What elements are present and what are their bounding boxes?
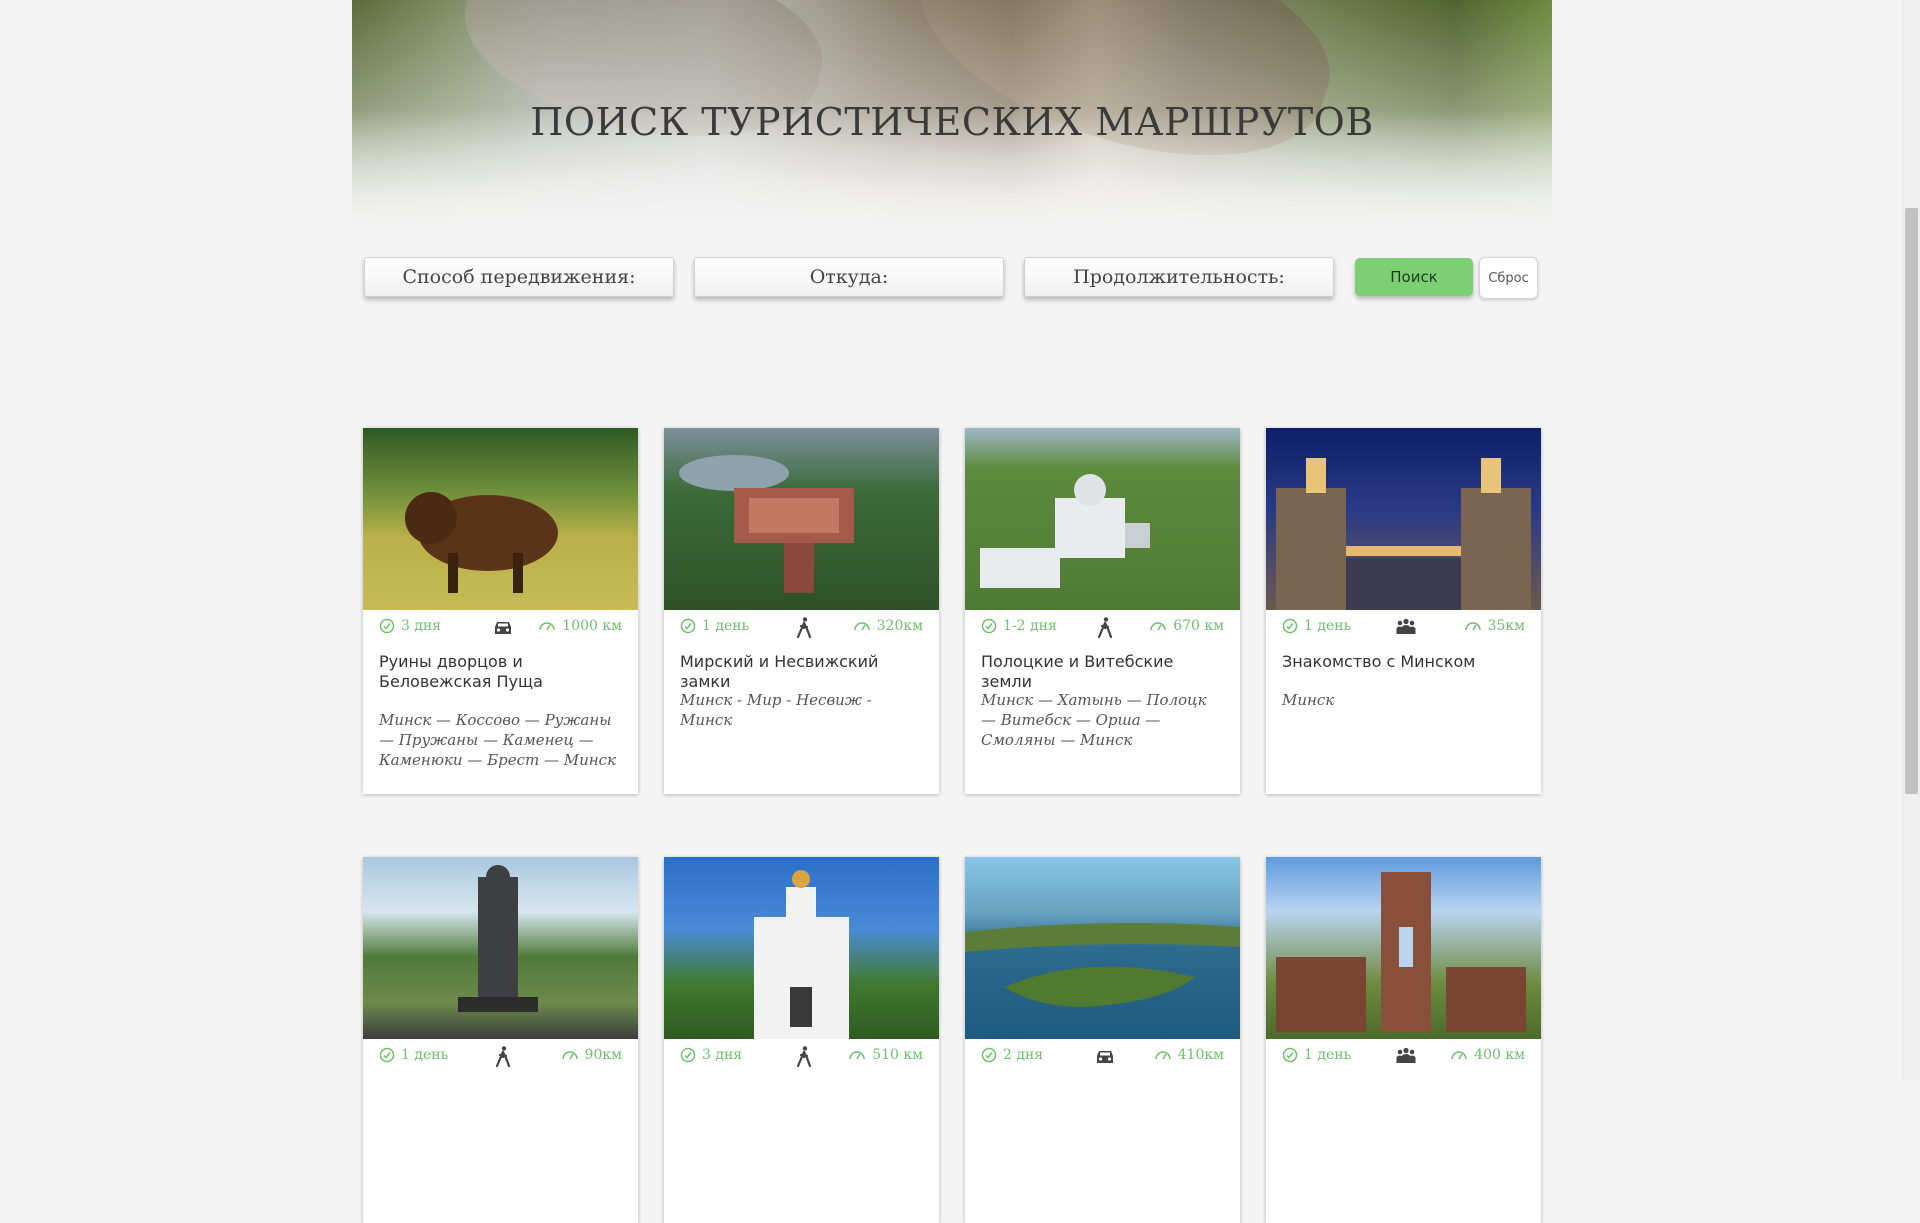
route-stops: Минск xyxy=(1282,691,1335,709)
route-stops: Минск — Коссово — Ружаны — Пружаны — Кам… xyxy=(379,711,617,769)
route-duration: 1 день xyxy=(702,618,750,634)
speedometer-icon xyxy=(1464,618,1482,634)
route-photo xyxy=(363,857,638,1039)
clock-icon xyxy=(981,1047,997,1063)
page-title: ПОИСК ТУРИСТИЧЕСКИХ МАРШРУТОВ xyxy=(530,100,1374,144)
route-duration: 1 день xyxy=(401,1047,449,1063)
route-card[interactable]: 3 дня 1000 км Руины дворцов и Беловежска… xyxy=(363,428,638,794)
speedometer-icon xyxy=(848,1047,866,1063)
clock-icon xyxy=(680,1047,696,1063)
route-photo xyxy=(664,428,939,610)
route-title[interactable]: Полоцкие и Витебские земли xyxy=(981,652,1224,692)
route-duration: 3 дня xyxy=(702,1047,743,1063)
route-meta: 1 день 320км xyxy=(664,616,939,642)
route-title[interactable]: Мирский и Несвижский замки xyxy=(680,652,923,692)
route-meta: 3 дня 1000 км xyxy=(363,616,638,642)
route-duration: 3 дня xyxy=(401,618,442,634)
walking-icon xyxy=(792,616,816,640)
speedometer-icon xyxy=(1154,1047,1172,1063)
route-distance: 400 км xyxy=(1474,1047,1525,1063)
route-distance: 410км xyxy=(1177,1047,1224,1063)
route-duration: 2 дня xyxy=(1003,1047,1044,1063)
vertical-scrollbar[interactable] xyxy=(1902,0,1920,1080)
route-meta: 1 день 90км xyxy=(363,1045,638,1071)
route-card[interactable]: 3 дня 510 км xyxy=(664,857,939,1223)
route-photo xyxy=(664,857,939,1039)
route-distance: 670 км xyxy=(1173,618,1224,634)
route-distance: 90км xyxy=(584,1047,622,1063)
route-photo xyxy=(363,428,638,610)
speedometer-icon xyxy=(1149,618,1167,634)
speedometer-icon xyxy=(853,618,871,634)
route-stops: Минск — Хатынь — Полоцк — Витебск — Орша… xyxy=(981,691,1207,749)
route-photo xyxy=(965,857,1240,1039)
transport-select[interactable]: Способ передвижения: xyxy=(364,257,674,297)
route-card[interactable]: 1 день 400 км xyxy=(1266,857,1541,1223)
route-meta: 2 дня 410км xyxy=(965,1045,1240,1071)
route-distance: 510 км xyxy=(872,1047,923,1063)
walking-icon xyxy=(792,1045,816,1069)
route-meta: 1 день 35км xyxy=(1266,616,1541,642)
clock-icon xyxy=(981,618,997,634)
route-card[interactable]: 2 дня 410км xyxy=(965,857,1240,1223)
duration-select[interactable]: Продолжительность: xyxy=(1024,257,1334,297)
route-photo xyxy=(1266,857,1541,1039)
group-icon xyxy=(1394,1045,1418,1069)
clock-icon xyxy=(1282,618,1298,634)
route-photo xyxy=(1266,428,1541,610)
clock-icon xyxy=(1282,1047,1298,1063)
search-button[interactable]: Поиск xyxy=(1355,258,1473,296)
group-icon xyxy=(1394,616,1418,640)
route-title[interactable]: Знакомство с Минском xyxy=(1282,652,1525,672)
car-icon xyxy=(1093,1045,1117,1069)
car-icon xyxy=(491,616,515,640)
route-card[interactable]: 1 день 90км xyxy=(363,857,638,1223)
route-card[interactable]: 1 день 320км Мирский и Несвижский замки … xyxy=(664,428,939,794)
route-title[interactable]: Руины дворцов и Беловежская Пуща xyxy=(379,652,622,692)
clock-icon xyxy=(379,1047,395,1063)
speedometer-icon xyxy=(561,1047,579,1063)
route-card[interactable]: 1-2 дня 670 км Полоцкие и Витебские земл… xyxy=(965,428,1240,794)
route-duration: 1 день xyxy=(1304,1047,1352,1063)
route-distance: 320км xyxy=(876,618,923,634)
scrollbar-thumb[interactable] xyxy=(1905,208,1918,794)
route-stops: Минск - Мир - Несвиж - Минск xyxy=(680,691,872,729)
speedometer-icon xyxy=(538,618,556,634)
route-meta: 1 день 400 км xyxy=(1266,1045,1541,1071)
walking-icon xyxy=(491,1045,515,1069)
from-select[interactable]: Откуда: xyxy=(694,257,1004,297)
reset-button[interactable]: Сброс xyxy=(1479,257,1538,299)
route-meta: 1-2 дня 670 км xyxy=(965,616,1240,642)
walking-icon xyxy=(1093,616,1117,640)
speedometer-icon xyxy=(1450,1047,1468,1063)
clock-icon xyxy=(680,618,696,634)
route-card[interactable]: 1 день 35км Знакомство с Минском Минск xyxy=(1266,428,1541,794)
hero-banner: ПОИСК ТУРИСТИЧЕСКИХ МАРШРУТОВ xyxy=(352,0,1552,240)
route-duration: 1 день xyxy=(1304,618,1352,634)
route-meta: 3 дня 510 км xyxy=(664,1045,939,1071)
route-distance: 1000 км xyxy=(562,618,622,634)
clock-icon xyxy=(379,618,395,634)
route-photo xyxy=(965,428,1240,610)
route-distance: 35км xyxy=(1487,618,1525,634)
route-duration: 1-2 дня xyxy=(1003,618,1057,634)
